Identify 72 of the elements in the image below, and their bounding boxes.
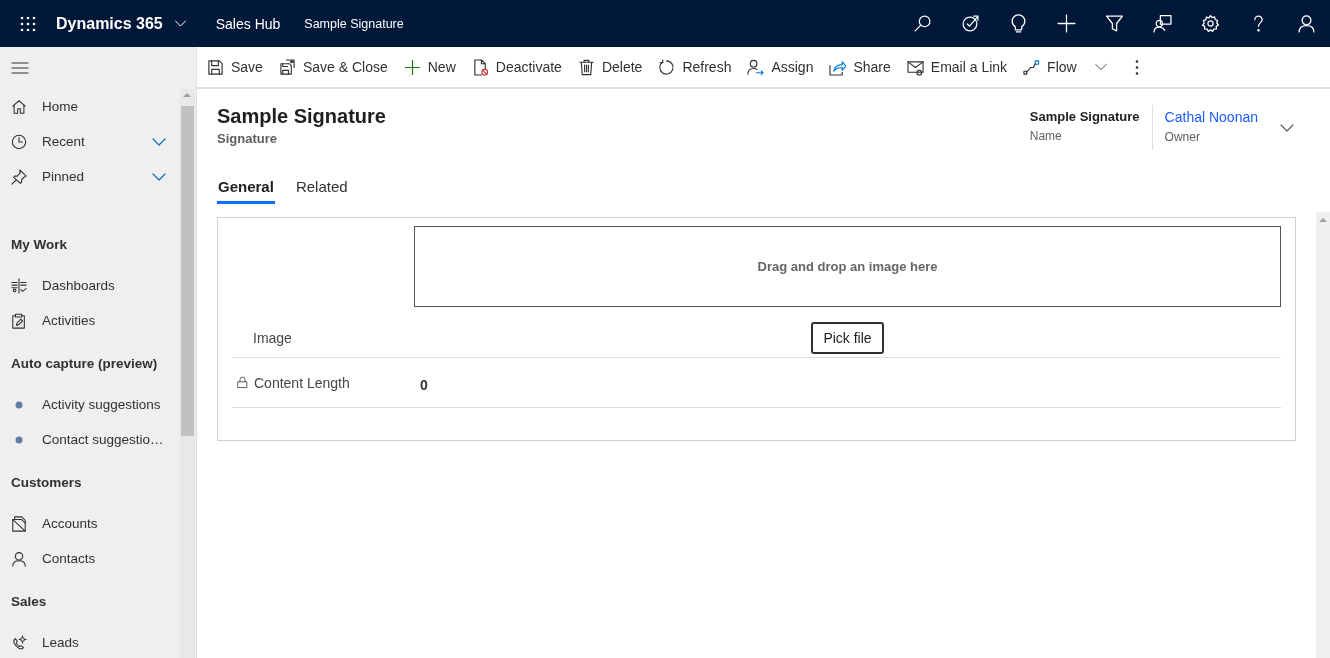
filter-icon	[1104, 14, 1124, 33]
dashboard-icon	[11, 277, 27, 294]
user-icon	[1296, 14, 1316, 33]
app-name-button[interactable]: Dynamics 365	[56, 0, 196, 47]
phone-gear-icon	[11, 634, 27, 651]
command-button[interactable]: Refresh	[652, 48, 738, 86]
field-value: 0	[420, 375, 428, 393]
command-button[interactable]: Save & Close	[272, 48, 394, 86]
field-label: Content Length	[254, 374, 350, 391]
envelope-icon	[906, 58, 924, 76]
command-button[interactable]: Delete	[571, 48, 649, 86]
refresh-icon	[658, 58, 676, 76]
image-drop-zone[interactable]: Drag and drop an image here	[414, 226, 1281, 307]
target-icon	[960, 14, 980, 33]
command-button[interactable]: Flow	[1017, 48, 1083, 86]
owner-link[interactable]: Cathal Noonan	[1164, 109, 1258, 125]
more-icon	[1134, 58, 1139, 76]
person-arrow-icon	[747, 58, 765, 76]
flow-icon	[1023, 58, 1041, 76]
command-button[interactable]: Email a Link	[900, 48, 1014, 86]
tab[interactable]: General	[217, 172, 275, 204]
search-icon	[912, 14, 932, 33]
sidebar-item[interactable]: Recent	[0, 124, 180, 159]
document-block-icon	[471, 58, 489, 76]
command-button[interactable]: Share	[823, 48, 897, 86]
sidebar-item[interactable]: Activity suggestions	[0, 387, 180, 422]
record-breadcrumb: Sample Signature	[304, 16, 404, 31]
sidebar-item[interactable]: Pinned	[0, 159, 180, 194]
command-button[interactable]: Deactivate	[465, 48, 568, 86]
sidebar-item[interactable]: Contact suggestio…	[0, 422, 180, 457]
area-title: Sales Hub	[215, 15, 281, 32]
assistant-icon	[1152, 14, 1172, 33]
pin-icon	[11, 168, 27, 185]
share-icon	[829, 58, 847, 76]
sidebar-item[interactable]: Dashboards	[0, 268, 180, 303]
entity-name: Signature	[217, 131, 278, 146]
clock-icon	[11, 133, 27, 150]
pick-file-button[interactable]: Pick file	[811, 322, 884, 354]
plus-icon	[403, 58, 421, 76]
sidebar-section-header: My Work	[10, 236, 68, 254]
command-button[interactable]: Assign	[741, 48, 820, 86]
menu-button[interactable]	[11, 59, 29, 77]
trash-icon	[577, 58, 595, 76]
add-icon	[1056, 14, 1076, 33]
save-icon	[207, 58, 224, 76]
command-button[interactable]: New	[397, 48, 462, 86]
tab[interactable]: Related	[294, 172, 349, 204]
sidebar-section-header: Auto capture (preview)	[10, 355, 159, 373]
settings-icon	[1200, 14, 1220, 33]
sidebar-section-header: Customers	[10, 474, 83, 492]
header-field-label: Name	[1029, 129, 1063, 143]
sidebar-item[interactable]: Accounts	[0, 506, 180, 541]
account-icon	[11, 515, 27, 532]
home-icon	[11, 98, 27, 115]
clipboard-icon	[11, 312, 27, 329]
header-field-value: Sample Signature	[1029, 109, 1140, 124]
sidebar-item[interactable]: Contacts	[0, 541, 180, 576]
sidebar-item[interactable]: Activities	[0, 303, 180, 338]
field-label: Image	[252, 330, 293, 348]
person-icon	[11, 550, 27, 567]
header-field-label: Owner	[1164, 130, 1201, 144]
scrollbar[interactable]	[1316, 212, 1330, 658]
save-close-icon	[278, 58, 296, 76]
menu-icon	[11, 59, 29, 77]
waffle-icon	[19, 14, 37, 33]
sidebar-item[interactable]: Home	[0, 89, 180, 124]
drop-hint: Drag and drop an image here	[757, 259, 938, 274]
command-button[interactable]: Save	[201, 48, 269, 86]
scrollbar[interactable]	[180, 89, 195, 658]
sidebar-item[interactable]: Leads	[0, 625, 180, 658]
sidebar-section-header: Sales	[10, 593, 48, 611]
record-title: Sample Signature	[217, 105, 386, 128]
